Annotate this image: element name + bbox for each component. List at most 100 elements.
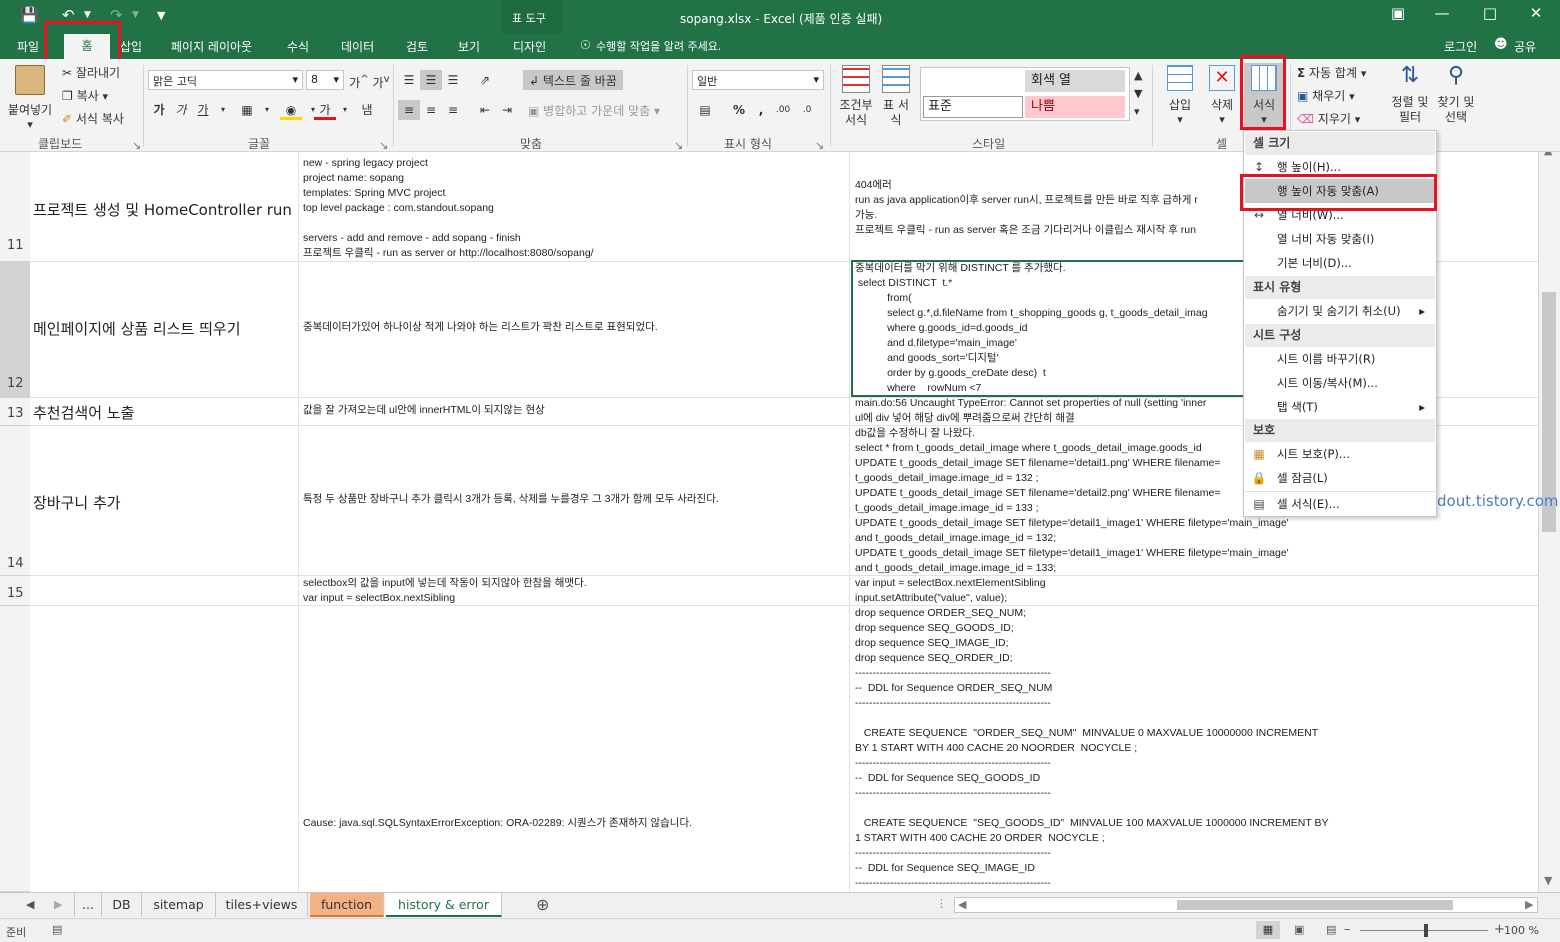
zoom-slider-thumb[interactable]: [1424, 924, 1428, 937]
vertical-scrollbar[interactable]: ▲ ▼: [1538, 152, 1560, 892]
horizontal-scrollbar[interactable]: ◀ ▶: [954, 897, 1538, 913]
tab-scroll-right-icon[interactable]: ▶: [54, 898, 62, 911]
orientation-icon[interactable]: ⇗: [474, 70, 496, 90]
macro-record-icon[interactable]: ▤: [52, 923, 62, 936]
scroll-down-icon[interactable]: ▼: [1544, 874, 1552, 887]
tab-design[interactable]: 디자인: [513, 38, 546, 55]
grow-font-icon[interactable]: 가^: [348, 70, 370, 90]
scrollbar-thumb[interactable]: [1177, 900, 1453, 910]
sheet-tab-function[interactable]: function: [310, 893, 384, 917]
increase-indent-icon[interactable]: ⇥: [496, 100, 518, 120]
cell-title[interactable]: 장바구니 추가: [33, 492, 121, 513]
row-header-12[interactable]: 12: [0, 262, 30, 398]
font-size-select[interactable]: 8 ▾: [306, 70, 344, 90]
add-sheet-icon[interactable]: ⊕: [536, 895, 549, 914]
decrease-indent-icon[interactable]: ⇤: [474, 100, 496, 120]
clear-button[interactable]: ⌫ 지우기 ▾: [1297, 110, 1360, 127]
sheet-tab-tiles-views[interactable]: tiles+views: [216, 893, 308, 917]
cell-description[interactable]: new - spring legacy project project name…: [303, 156, 594, 261]
menu-item-move-copy-sheet[interactable]: 시트 이동/복사(M)...: [1245, 371, 1435, 395]
chevron-down-icon[interactable]: ▾: [212, 100, 234, 120]
conditional-format-button[interactable]: 조건부 서식: [836, 63, 876, 131]
row-header-11[interactable]: 11: [0, 152, 30, 262]
decrease-decimal-icon[interactable]: .0: [796, 100, 818, 120]
cell-solution[interactable]: drop sequence ORDER_SEQ_NUM; drop sequen…: [855, 606, 1535, 892]
scroll-right-icon[interactable]: ▶: [1525, 898, 1533, 911]
copy-button[interactable]: ❐ 복사 ▾: [62, 87, 108, 104]
align-bottom-icon[interactable]: ☰: [442, 70, 464, 90]
font-color-icon[interactable]: 가: [314, 100, 336, 120]
tab-data[interactable]: 데이터: [341, 38, 374, 55]
sheet-tab-db[interactable]: DB: [102, 893, 142, 917]
style-gray-row[interactable]: 회색 열: [1025, 70, 1125, 92]
menu-item-format-cells[interactable]: ▤ 셀 서식(E)...: [1245, 491, 1435, 515]
normal-view-icon[interactable]: ▦: [1256, 921, 1280, 939]
cell-solution[interactable]: main.do:56 Uncaught TypeError: Cannot se…: [855, 396, 1243, 426]
cell-solution[interactable]: var input = selectBox.nextElementSibling…: [855, 576, 1046, 606]
percent-icon[interactable]: %: [728, 100, 750, 120]
format-as-table-button[interactable]: 표 서식: [878, 63, 914, 131]
tab-file[interactable]: 파일: [17, 38, 39, 55]
cell-description[interactable]: 중복데이터가있어 하나이상 적게 나와야 하는 리스트가 꽉찬 리스트로 표현되…: [303, 320, 658, 335]
delete-cells-button[interactable]: ✕ 삭제 ▾: [1202, 63, 1242, 131]
tell-me-box[interactable]: 수행할 작업을 알려 주세요.: [596, 38, 721, 54]
cell-solution[interactable]: 404에러 run as java application이후 server r…: [855, 178, 1243, 238]
autosum-button[interactable]: Σ 자동 합계 ▾: [1297, 64, 1366, 81]
fill-button[interactable]: ▣ 채우기 ▾: [1297, 87, 1355, 104]
share-button[interactable]: 공유: [1514, 38, 1536, 55]
font-launcher-icon[interactable]: ↘: [379, 139, 388, 152]
minimize-icon[interactable]: —: [1422, 4, 1462, 22]
cell-title[interactable]: 메인페이지에 상품 리스트 띄우기: [33, 318, 241, 339]
format-painter-button[interactable]: ✐ 서식 복사: [62, 110, 124, 127]
cell-title[interactable]: 추천검색어 노출: [33, 402, 134, 423]
save-icon[interactable]: 💾: [20, 6, 39, 24]
zoom-out-icon[interactable]: –: [1344, 922, 1351, 937]
sheet-tab-sitemap[interactable]: sitemap: [142, 893, 216, 917]
accounting-icon[interactable]: ▤: [694, 100, 716, 120]
cell-description[interactable]: selectbox의 값을 input에 넣는데 작동이 되지않아 한참을 해맷…: [303, 576, 587, 606]
gallery-more-icon[interactable]: ▾: [1134, 105, 1140, 118]
bold-icon[interactable]: 가: [148, 100, 170, 120]
clipboard-launcher-icon[interactable]: ↘: [132, 139, 141, 152]
row-header-16[interactable]: [0, 606, 30, 892]
increase-decimal-icon[interactable]: .00: [772, 100, 794, 120]
maximize-icon[interactable]: □: [1470, 4, 1510, 22]
merge-center-button[interactable]: ▣ 병합하고 가운데 맞춤 ▾: [528, 102, 660, 119]
find-select-button[interactable]: ⚲ 찾기 및 선택: [1434, 63, 1478, 133]
login-link[interactable]: 로그인: [1444, 38, 1477, 55]
sheet-tab-history-error[interactable]: history & error: [386, 893, 502, 917]
scroll-left-icon[interactable]: ◀: [958, 898, 966, 911]
alignment-launcher-icon[interactable]: ↘: [674, 139, 683, 152]
tab-review[interactable]: 검토: [406, 38, 428, 55]
style-normal[interactable]: 표준: [923, 96, 1023, 118]
gallery-up-icon[interactable]: ▲: [1134, 69, 1142, 82]
sort-filter-button[interactable]: ⇅ 정렬 및 필터: [1388, 63, 1432, 133]
align-left-icon[interactable]: ≡: [398, 100, 420, 120]
menu-item-tab-color[interactable]: 탭 색(T) ▸: [1245, 395, 1435, 419]
cell-title[interactable]: 프로젝트 생성 및 HomeController run: [33, 199, 292, 220]
cell-description[interactable]: Cause: java.sql.SQLSyntaxErrorException:…: [303, 816, 692, 831]
align-middle-icon[interactable]: ☰: [420, 70, 442, 90]
menu-item-rename-sheet[interactable]: 시트 이름 바꾸기(R): [1245, 347, 1435, 371]
page-break-view-icon[interactable]: ▤: [1326, 923, 1336, 936]
scroll-up-icon[interactable]: ▲: [1544, 152, 1552, 157]
sheet-tab-more[interactable]: ...: [74, 893, 102, 917]
cell-description[interactable]: 값을 잘 가져오는데 ul안에 innerHTML이 되지않는 현상: [303, 403, 545, 418]
ribbon-display-icon[interactable]: ▣: [1378, 4, 1418, 22]
align-center-icon[interactable]: ≡: [420, 100, 442, 120]
hyperlink-text[interactable]: dout.tistory.com: [1437, 492, 1559, 510]
underline-icon[interactable]: 가: [192, 100, 214, 120]
gallery-down-icon[interactable]: ▼: [1134, 87, 1142, 100]
menu-item-protect-sheet[interactable]: ▦ 시트 보호(P)...: [1245, 442, 1435, 466]
phonetic-icon[interactable]: 냄: [356, 100, 378, 120]
tab-formulas[interactable]: 수식: [287, 38, 309, 55]
page-layout-view-icon[interactable]: ▣: [1294, 923, 1304, 936]
tab-view[interactable]: 보기: [458, 38, 480, 55]
customize-qat-icon[interactable]: ▼: [157, 9, 165, 22]
align-top-icon[interactable]: ☰: [398, 70, 420, 90]
border-icon[interactable]: ▦: [236, 100, 258, 120]
chevron-down-icon[interactable]: ▾: [256, 100, 278, 120]
cell-solution[interactable]: 중복데이터를 막기 위해 DISTINCT 를 추가했다. select DIS…: [855, 261, 1243, 396]
menu-item-default-width[interactable]: 기본 너비(D)...: [1245, 251, 1435, 275]
insert-cells-button[interactable]: 삽입 ▾: [1160, 63, 1200, 131]
